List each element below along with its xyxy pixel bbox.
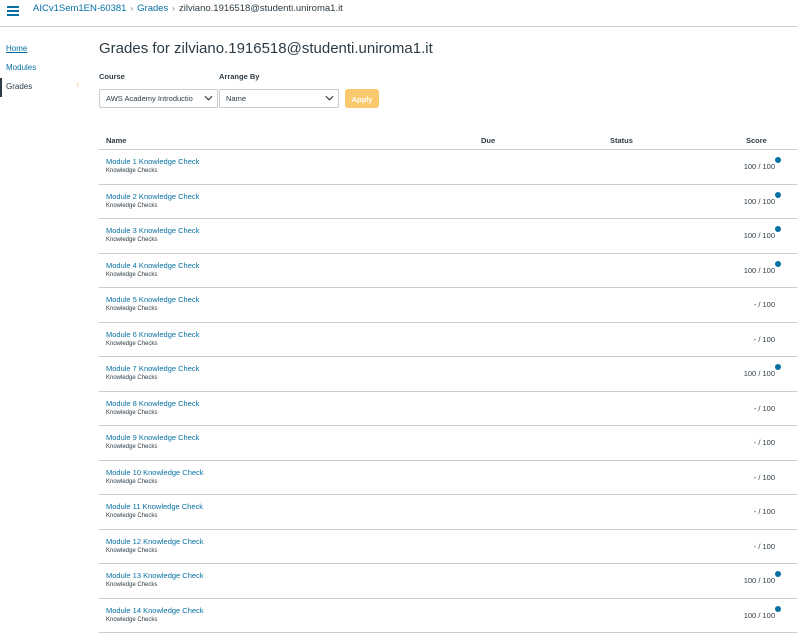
table-row: Module 2 Knowledge Check Knowledge Checks… [99,185,797,220]
nav-item-home[interactable]: Home [0,40,85,59]
table-row: Module 10 Knowledge Check Knowledge Check… [99,461,797,496]
score-value: 100 / 100 [744,576,775,585]
arrange-by-select-value: Name [226,94,246,103]
assignment-category: Knowledge Checks [106,410,157,416]
score-value: - / 100 [754,335,775,344]
score-value: 100 / 100 [744,162,775,171]
top-bar: AICv1Sem1EN-60381 › Grades › zilviano.191651… [0,0,797,27]
assignment-category: Knowledge Checks [106,513,157,519]
assignment-link[interactable]: Module 9 Knowledge Check [106,433,199,442]
grades-table-header: Name Due Status Score [99,130,797,150]
column-header-due[interactable]: Due [481,136,495,145]
assignment-category: Knowledge Checks [106,582,157,588]
arrange-by-select[interactable]: Name [219,89,339,108]
unread-dot-icon [775,364,781,370]
assignment-category: Knowledge Checks [106,375,157,381]
table-row: Module 5 Knowledge Check Knowledge Checks… [99,288,797,323]
assignment-link[interactable]: Module 14 Knowledge Check [106,606,204,615]
score-value: - / 100 [754,473,775,482]
table-row: Module 8 Knowledge Check Knowledge Checks… [99,392,797,427]
assignment-category: Knowledge Checks [106,548,157,554]
unread-dot-icon [775,606,781,612]
table-row: Module 13 Knowledge Check Knowledge Check… [99,564,797,599]
grades-table-body: Module 1 Knowledge Check Knowledge Checks… [99,150,797,633]
assignment-link[interactable]: Module 4 Knowledge Check [106,261,199,270]
score-value: - / 100 [754,300,775,309]
breadcrumb-separator-icon: › [130,4,133,13]
assignment-category: Knowledge Checks [106,444,157,450]
assignment-category: Knowledge Checks [106,341,157,347]
chevron-down-icon [204,95,213,102]
course-select-value: AWS Academy Introductio [106,94,202,103]
column-header-name[interactable]: Name [106,136,126,145]
apply-button[interactable]: Apply [345,89,379,108]
score-value: - / 100 [754,404,775,413]
table-row: Module 1 Knowledge Check Knowledge Checks… [99,150,797,185]
unread-dot-icon [775,226,781,232]
assignment-link[interactable]: Module 10 Knowledge Check [106,468,204,477]
score-value: - / 100 [754,507,775,516]
breadcrumb: AICv1Sem1EN-60381 › Grades › zilviano.191651… [33,3,343,15]
column-header-status[interactable]: Status [610,136,633,145]
assignment-category: Knowledge Checks [106,203,157,209]
assignment-category: Knowledge Checks [106,272,157,278]
breadcrumb-grades-link[interactable]: Grades [137,3,168,14]
table-row: Module 6 Knowledge Check Knowledge Checks… [99,323,797,358]
assignment-link[interactable]: Module 5 Knowledge Check [106,295,199,304]
assignment-category: Knowledge Checks [106,237,157,243]
score-value: 100 / 100 [744,197,775,206]
unread-dot-icon [775,157,781,163]
assignment-link[interactable]: Module 13 Knowledge Check [106,571,204,580]
table-row: Module 9 Knowledge Check Knowledge Checks… [99,426,797,461]
assignment-link[interactable]: Module 6 Knowledge Check [106,330,199,339]
course-select[interactable]: AWS Academy Introductio [99,89,218,108]
page-title: Grades for zilviano.1916518@studenti.uni… [99,40,433,57]
score-value: - / 100 [754,542,775,551]
assignment-link[interactable]: Module 11 Knowledge Check [106,502,203,511]
nav-item-grades[interactable]: Grades ⁷ [0,78,85,97]
assignment-link[interactable]: Module 8 Knowledge Check [106,399,199,408]
column-header-score[interactable]: Score [746,136,767,145]
score-value: - / 100 [754,438,775,447]
assignment-link[interactable]: Module 3 Knowledge Check [106,226,199,235]
assignment-link[interactable]: Module 2 Knowledge Check [106,192,199,201]
unread-dot-icon [775,261,781,267]
breadcrumb-separator-icon: › [172,4,175,13]
assignment-category: Knowledge Checks [106,306,157,312]
unread-dot-icon [775,192,781,198]
assignment-category: Knowledge Checks [106,617,157,623]
table-row: Module 4 Knowledge Check Knowledge Checks… [99,254,797,289]
assignment-link[interactable]: Module 12 Knowledge Check [106,537,204,546]
eye-off-icon: ⁷ [76,78,79,96]
assignment-category: Knowledge Checks [106,479,157,485]
score-value: 100 / 100 [744,266,775,275]
course-label: Course [99,72,125,81]
score-value: 100 / 100 [744,611,775,620]
assignment-link[interactable]: Module 1 Knowledge Check [106,157,199,166]
table-row: Module 7 Knowledge Check Knowledge Checks… [99,357,797,392]
breadcrumb-course-link[interactable]: AICv1Sem1EN-60381 [33,3,126,14]
nav-item-grades-label: Grades [6,82,32,91]
chevron-down-icon [325,95,334,102]
nav-item-modules[interactable]: Modules [0,59,85,78]
hamburger-menu-icon[interactable] [5,4,21,18]
table-row: Module 11 Knowledge Check Knowledge Check… [99,495,797,530]
table-row: Module 3 Knowledge Check Knowledge Checks… [99,219,797,254]
course-navigation: Home Modules Grades ⁷ [0,40,85,97]
assignment-link[interactable]: Module 7 Knowledge Check [106,364,199,373]
unread-dot-icon [775,571,781,577]
arrange-by-label: Arrange By [219,72,259,81]
score-value: 100 / 100 [744,231,775,240]
table-row: Module 12 Knowledge Check Knowledge Check… [99,530,797,565]
assignment-category: Knowledge Checks [106,168,157,174]
score-value: 100 / 100 [744,369,775,378]
breadcrumb-current: zilviano.1916518@studenti.uniroma1.it [179,3,343,14]
